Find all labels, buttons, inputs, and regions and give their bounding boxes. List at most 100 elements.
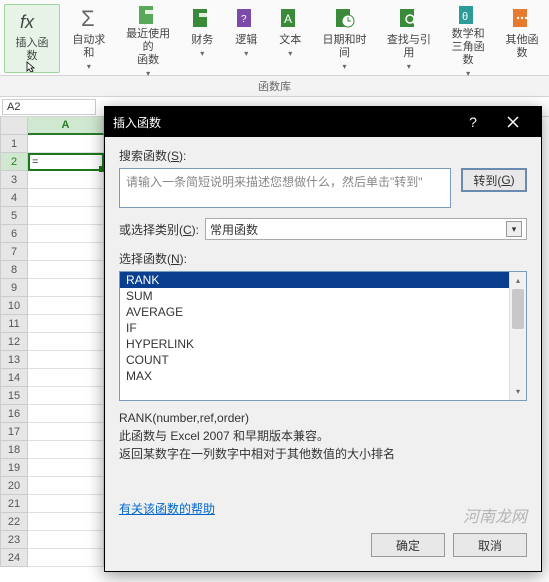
- select-function-label: 选择函数(N):: [119, 250, 527, 267]
- cell[interactable]: [28, 513, 104, 531]
- svg-text:fx: fx: [20, 12, 35, 32]
- cell[interactable]: [28, 243, 104, 261]
- list-item[interactable]: SUM: [120, 288, 509, 304]
- cell[interactable]: [28, 189, 104, 207]
- svg-text:θ: θ: [462, 11, 468, 23]
- row-header[interactable]: 4: [0, 189, 28, 207]
- cell[interactable]: [28, 171, 104, 189]
- category-select[interactable]: 常用函数 ▾: [205, 218, 527, 240]
- chevron-down-icon: ▾: [244, 47, 248, 60]
- scroll-thumb[interactable]: [512, 289, 524, 329]
- row-header[interactable]: 19: [0, 459, 28, 477]
- svg-text:Σ: Σ: [81, 6, 95, 30]
- scroll-down-icon[interactable]: ▾: [510, 383, 526, 400]
- insert-function-dialog: 插入函数 ? 搜索函数(S): 请输入一条简短说明来描述您想做什么，然后单击"转…: [104, 106, 542, 572]
- cell[interactable]: [28, 495, 104, 513]
- cells-area[interactable]: =: [28, 135, 104, 567]
- cell[interactable]: [28, 369, 104, 387]
- ribbon-more[interactable]: 其他函数: [495, 2, 549, 75]
- scrollbar[interactable]: ▴ ▾: [509, 272, 526, 400]
- row-header[interactable]: 18: [0, 441, 28, 459]
- ribbon-recent[interactable]: 最近使用的 函数 ▾: [116, 2, 180, 75]
- cell[interactable]: [28, 549, 104, 567]
- row-header[interactable]: 5: [0, 207, 28, 225]
- ribbon-logical[interactable]: ? 逻辑 ▾: [224, 2, 268, 75]
- cell[interactable]: [28, 531, 104, 549]
- col-header-a[interactable]: A: [28, 117, 104, 135]
- help-link[interactable]: 有关该函数的帮助: [119, 500, 527, 517]
- list-item[interactable]: COUNT: [120, 352, 509, 368]
- col-headers-and-cells: A =: [28, 117, 104, 567]
- row-header[interactable]: 3: [0, 171, 28, 189]
- scroll-up-icon[interactable]: ▴: [510, 272, 526, 289]
- select-all-corner[interactable]: [0, 117, 28, 135]
- cell[interactable]: [28, 441, 104, 459]
- row-header[interactable]: 23: [0, 531, 28, 549]
- logical-icon: ?: [230, 4, 262, 32]
- ok-button[interactable]: 确定: [371, 533, 445, 557]
- name-box[interactable]: A2: [2, 99, 96, 115]
- list-item[interactable]: RANK: [120, 272, 509, 288]
- cell[interactable]: [28, 387, 104, 405]
- ribbon-datetime[interactable]: 日期和时间 ▾: [312, 2, 376, 75]
- dialog-titlebar[interactable]: 插入函数 ?: [105, 107, 541, 137]
- ribbon-financial[interactable]: 财务 ▾: [180, 2, 224, 75]
- cell[interactable]: [28, 207, 104, 225]
- row-header[interactable]: 8: [0, 261, 28, 279]
- cell[interactable]: [28, 405, 104, 423]
- list-item[interactable]: MAX: [120, 368, 509, 384]
- row-header[interactable]: 21: [0, 495, 28, 513]
- cell[interactable]: [28, 423, 104, 441]
- chevron-down-icon: ▾: [506, 221, 522, 237]
- close-button[interactable]: [493, 107, 533, 137]
- row-header[interactable]: 15: [0, 387, 28, 405]
- row-header[interactable]: 14: [0, 369, 28, 387]
- row-header[interactable]: 11: [0, 315, 28, 333]
- cell[interactable]: [28, 459, 104, 477]
- financial-icon: [186, 4, 218, 32]
- row-header[interactable]: 24: [0, 549, 28, 567]
- cell[interactable]: [28, 135, 104, 153]
- row-header[interactable]: 20: [0, 477, 28, 495]
- row-header[interactable]: 1: [0, 135, 28, 153]
- chevron-down-icon: ▾: [146, 67, 150, 80]
- ribbon-lookup[interactable]: 查找与引用 ▾: [377, 2, 441, 75]
- row-header[interactable]: 22: [0, 513, 28, 531]
- ribbon-autosum[interactable]: Σ 自动求和 ▾: [62, 2, 116, 75]
- row-header[interactable]: 12: [0, 333, 28, 351]
- ribbon-label: 最近使用的 函数: [122, 28, 174, 67]
- list-item[interactable]: HYPERLINK: [120, 336, 509, 352]
- cell[interactable]: [28, 477, 104, 495]
- go-button[interactable]: 转到(G): [461, 168, 527, 192]
- row-header[interactable]: 6: [0, 225, 28, 243]
- cell[interactable]: [28, 351, 104, 369]
- cell[interactable]: [28, 297, 104, 315]
- function-listbox[interactable]: RANKSUMAVERAGEIFHYPERLINKCOUNTMAX ▴ ▾: [119, 271, 527, 401]
- ribbon-label: 查找与引用: [383, 34, 435, 60]
- cell[interactable]: [28, 333, 104, 351]
- row-header[interactable]: 7: [0, 243, 28, 261]
- ribbon-text[interactable]: A 文本 ▾: [268, 2, 312, 75]
- dialog-title: 插入函数: [113, 114, 453, 131]
- list-item[interactable]: IF: [120, 320, 509, 336]
- ribbon-math[interactable]: θ 数学和 三角函数 ▾: [441, 2, 495, 75]
- row-header[interactable]: 2: [0, 153, 28, 171]
- cancel-button[interactable]: 取消: [453, 533, 527, 557]
- cell[interactable]: [28, 261, 104, 279]
- cell[interactable]: [28, 225, 104, 243]
- help-button[interactable]: ?: [453, 107, 493, 137]
- ribbon-insert-function[interactable]: fx 插入函数: [4, 4, 60, 73]
- row-header[interactable]: 16: [0, 405, 28, 423]
- search-input[interactable]: 请输入一条简短说明来描述您想做什么，然后单击"转到": [119, 168, 451, 208]
- desc-line: 此函数与 Excel 2007 和早期版本兼容。: [119, 427, 527, 445]
- row-header[interactable]: 17: [0, 423, 28, 441]
- row-headers: 123456789101112131415161718192021222324: [0, 117, 28, 567]
- cell[interactable]: [28, 279, 104, 297]
- row-header[interactable]: 10: [0, 297, 28, 315]
- cell[interactable]: [28, 315, 104, 333]
- row-header[interactable]: 9: [0, 279, 28, 297]
- function-description: RANK(number,ref,order) 此函数与 Excel 2007 和…: [119, 409, 527, 463]
- row-header[interactable]: 13: [0, 351, 28, 369]
- list-item[interactable]: AVERAGE: [120, 304, 509, 320]
- active-cell[interactable]: =: [28, 153, 104, 171]
